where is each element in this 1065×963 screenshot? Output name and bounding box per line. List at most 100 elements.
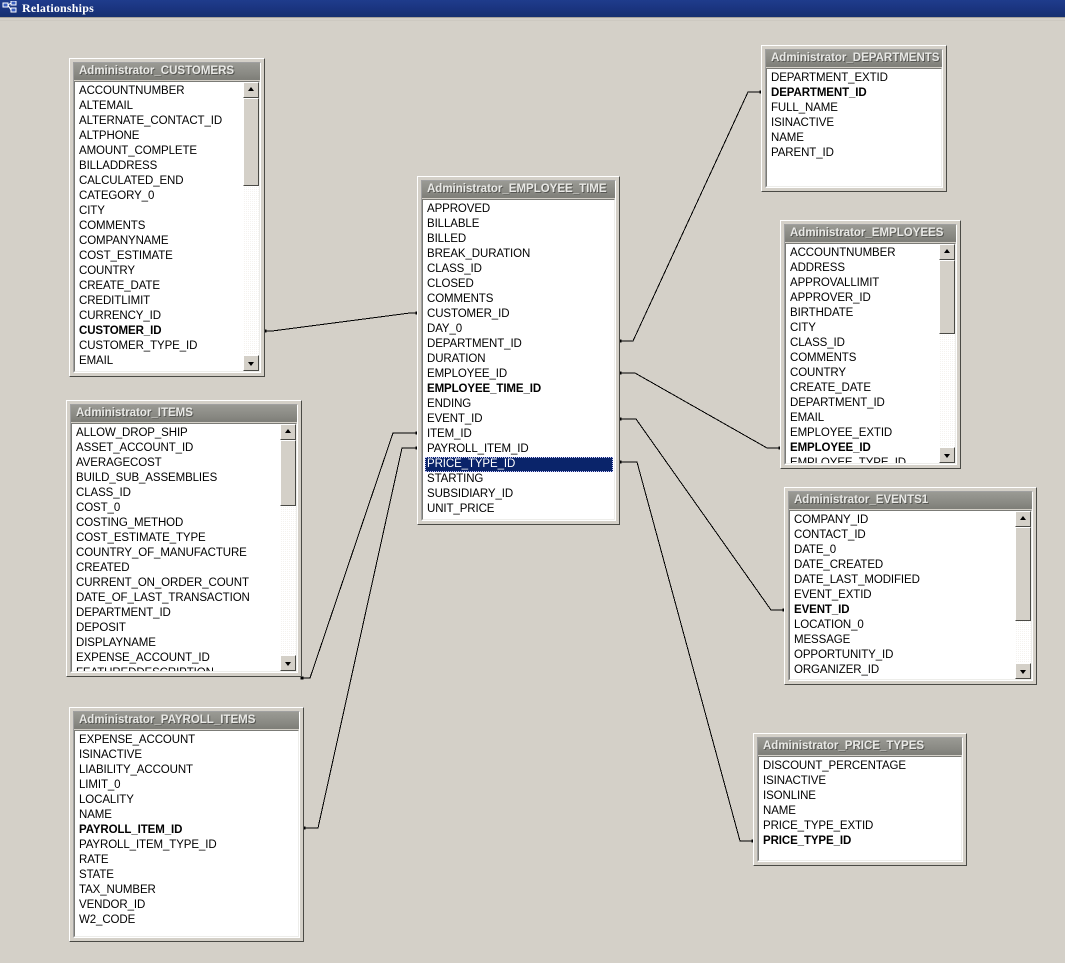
field-row-primary-key[interactable]: EMPLOYEE_TIME_ID [425,382,614,397]
field-row[interactable]: COMMENTS [425,292,614,307]
field-row[interactable]: BIRTHDATE [788,306,939,321]
scrollbar-thumb[interactable] [939,260,955,334]
field-row[interactable]: DATE_OF_LAST_TRANSACTION [74,591,280,606]
scroll-up-arrow-icon[interactable] [243,82,259,98]
field-list[interactable]: ACCOUNTNUMBER ADDRESS APPROVALLIMIT APPROVE… [786,244,939,463]
field-row[interactable]: COMPANYNAME [77,234,243,249]
field-row[interactable]: COST_ESTIMATE [77,249,243,264]
field-row[interactable]: CUSTOMER_TYPE_ID [77,339,243,354]
scroll-down-arrow-icon[interactable] [280,655,296,671]
field-row[interactable]: CITY [77,204,243,219]
table-box[interactable]: Administrator_PRICE_TYPES DISCOUNT_PERCEN… [753,733,967,866]
field-row[interactable]: W2_CODE [77,913,298,928]
field-row[interactable]: ALLOW_DROP_SHIP [74,426,280,441]
field-row[interactable]: LIMIT_0 [77,778,298,793]
field-row[interactable]: ISONLINE [761,789,961,804]
field-row[interactable]: PRICE_TYPE_EXTID [761,819,961,834]
field-list[interactable]: COMPANY_ID CONTACT_ID DATE_0 DATE_CREATED DA… [790,511,1015,679]
field-row[interactable]: COMMENTS [788,351,939,366]
field-row-selected[interactable]: PRICE_TYPE_ID [425,457,613,472]
field-row[interactable]: COMMENTS [77,219,243,234]
field-row[interactable]: ISINACTIVE [769,116,941,131]
scroll-up-arrow-icon[interactable] [280,424,296,440]
field-row[interactable]: ORGANIZER_ID [792,663,1015,678]
field-row[interactable]: COUNTRY [77,264,243,279]
scrollbar-track[interactable] [243,98,259,355]
field-row[interactable]: LOCATION_0 [792,618,1015,633]
table-box[interactable]: Administrator_ITEMS ALLOW_DROP_SHIP ASSET_… [66,400,302,677]
table-box[interactable]: Administrator_EVENTS1 COMPANY_ID CONTACT_I… [784,487,1037,685]
field-row[interactable]: CLASS_ID [788,336,939,351]
field-row-primary-key[interactable]: CUSTOMER_ID [77,324,243,339]
field-row[interactable]: EVENT_EXTID [792,588,1015,603]
field-row-primary-key[interactable]: DEPARTMENT_ID [769,86,941,101]
field-row[interactable]: COMPANY_ID [792,513,1015,528]
field-row[interactable]: ACCOUNTNUMBER [788,246,939,261]
field-row[interactable]: DEPARTMENT_ID [74,606,280,621]
table-box[interactable]: Administrator_EMPLOYEE_TIME APPROVED BILLA… [417,176,620,525]
field-row-primary-key[interactable]: EVENT_ID [792,603,1015,618]
field-row[interactable]: CITY [788,321,939,336]
field-row[interactable]: CREATED [74,561,280,576]
field-row[interactable]: CLASS_ID [74,486,280,501]
field-row[interactable]: STARTING [425,472,614,487]
field-row[interactable]: PAYROLL_ITEM_TYPE_ID [77,838,298,853]
scrollbar-thumb[interactable] [280,440,296,506]
table-box[interactable]: Administrator_EMPLOYEES ACCOUNTNUMBER ADDR… [780,220,961,469]
field-row[interactable]: BILLABLE [425,217,614,232]
field-row-primary-key[interactable]: EMPLOYEE_ID [788,441,939,456]
scrollbar-track[interactable] [939,260,955,447]
table-box[interactable]: Administrator_DEPARTMENTS DEPARTMENT_EXTI… [761,45,947,192]
relationship-line[interactable] [304,447,417,829]
field-row[interactable]: BREAK_DURATION [425,247,614,262]
field-row[interactable]: CALCULATED_END [77,174,243,189]
field-row[interactable]: DATE_0 [792,543,1015,558]
field-row[interactable]: APPROVED [425,202,614,217]
field-row[interactable]: DEPOSIT [74,621,280,636]
field-list[interactable]: ACCOUNTNUMBER ALTEMAIL ALTERNATE_CONTACT_I… [75,82,243,371]
field-row[interactable]: ISINACTIVE [761,774,961,789]
relationship-line[interactable] [620,418,784,611]
field-row[interactable]: COST_0 [74,501,280,516]
field-row[interactable]: BILLED [425,232,614,247]
relationship-line[interactable] [620,461,753,842]
field-list[interactable]: ALLOW_DROP_SHIP ASSET_ACCOUNT_ID AVERAGECO… [72,424,280,671]
field-row[interactable]: EMAIL [77,354,243,369]
vertical-scrollbar[interactable] [243,82,259,371]
field-row[interactable]: COUNTRY_OF_MANUFACTURE [74,546,280,561]
field-row[interactable]: NAME [77,808,298,823]
table-title[interactable]: Administrator_EMPLOYEE_TIME [422,181,615,198]
field-row[interactable]: CREATE_DATE [77,279,243,294]
field-row[interactable]: STATUS [792,678,1015,679]
scroll-down-arrow-icon[interactable] [243,355,259,371]
scroll-down-arrow-icon[interactable] [1015,663,1031,679]
field-row-primary-key[interactable]: PAYROLL_ITEM_ID [77,823,298,838]
field-row[interactable]: SUBSIDIARY_ID [425,487,614,502]
field-row[interactable]: EXPENSE_ACCOUNT_ID [74,651,280,666]
scroll-up-arrow-icon[interactable] [939,244,955,260]
field-row[interactable]: ADDRESS [788,261,939,276]
scrollbar-track[interactable] [280,440,296,655]
field-row[interactable]: ACCOUNTNUMBER [77,84,243,99]
field-row[interactable]: NAME [761,804,961,819]
field-list[interactable]: DISCOUNT_PERCENTAGE ISINACTIVE ISONLINE NAM… [759,757,961,860]
field-row[interactable]: FEATUREDDESCRIPTION [74,666,280,671]
field-row[interactable]: DEPARTMENT_ID [788,396,939,411]
field-row[interactable]: DURATION [425,352,614,367]
field-row[interactable]: ALTPHONE [77,129,243,144]
scroll-up-arrow-icon[interactable] [1015,511,1031,527]
field-row[interactable]: DEPARTMENT_EXTID [769,71,941,86]
table-title[interactable]: Administrator_PRICE_TYPES [758,738,962,755]
field-row[interactable]: NAME [769,131,941,146]
field-row[interactable]: ENDING [425,397,614,412]
table-title[interactable]: Administrator_EVENTS1 [789,492,1032,509]
field-row[interactable]: DISPLAYNAME [74,636,280,651]
relationship-line[interactable] [302,432,417,679]
field-row[interactable]: LOCALITY [77,793,298,808]
field-list[interactable]: EXPENSE_ACCOUNT ISINACTIVE LIABILITY_ACCOU… [75,731,298,936]
field-row-primary-key[interactable]: PRICE_TYPE_ID [761,834,961,849]
field-row[interactable]: UNIT_PRICE [425,502,614,517]
field-row[interactable]: APPROVALLIMIT [788,276,939,291]
field-row[interactable]: COST_ESTIMATE_TYPE [74,531,280,546]
field-row[interactable]: PAYROLL_ITEM_ID [425,442,614,457]
